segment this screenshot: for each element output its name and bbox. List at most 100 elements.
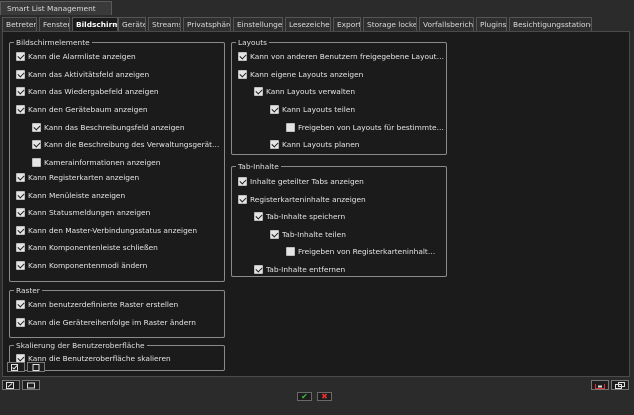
tab-fenster[interactable]: Fenster xyxy=(39,17,70,32)
checkbox-label: Tab-Inhalte speichern xyxy=(266,212,346,221)
checkbox-raster-erstellen[interactable]: Kann benutzerdefinierte Raster erstellen xyxy=(16,299,220,310)
checkbox-checked-icon[interactable] xyxy=(16,300,25,309)
checkbox-label: Kann das Aktivitätsfeld anzeigen xyxy=(28,70,150,79)
mode-toggle-left-button[interactable] xyxy=(2,380,20,390)
checkbox-layouts-teilen[interactable]: Kann Layouts teilen xyxy=(270,104,444,115)
checkbox-label: Kann von anderen Benutzern freigegebene … xyxy=(250,52,444,61)
checkbox-checked-icon[interactable] xyxy=(238,177,247,186)
checkbox-freigegebene-layouts[interactable]: Kann von anderen Benutzern freigegebene … xyxy=(238,51,444,62)
select-all-button[interactable] xyxy=(7,362,25,372)
group-tab-inhalte-legend: Tab-Inhalte xyxy=(236,161,281,172)
checkbox-label: Kann das Wiedergabefeld anzeigen xyxy=(28,87,159,96)
checkbox-checked-icon[interactable] xyxy=(270,230,279,239)
tab-geraete[interactable]: Geräte xyxy=(118,17,146,32)
checkbox-checked-icon[interactable] xyxy=(16,243,25,252)
checkbox-checked-icon[interactable] xyxy=(254,265,263,274)
checkbox-label: Freigeben von Layouts für bestimmte Benu… xyxy=(298,123,446,132)
select-none-button[interactable] xyxy=(27,362,45,372)
checkbox-label: Kann die Beschreibung des Verwaltungsger… xyxy=(44,140,222,149)
checkbox-checked-icon[interactable] xyxy=(238,195,247,204)
box-icon xyxy=(27,382,35,388)
checkbox-registerkarteninhalte-freigeben[interactable]: Freigeben von Registerkarteninhalten fü.… xyxy=(286,246,436,257)
checkbox-checked-icon[interactable] xyxy=(16,173,25,182)
dock-button[interactable] xyxy=(591,380,609,390)
checkbox-wiedergabefeld[interactable]: Kann das Wiedergabefeld anzeigen xyxy=(16,86,220,97)
checkbox-unchecked-icon[interactable] xyxy=(286,247,295,256)
checkbox-beschreibungsfeld[interactable]: Kann das Beschreibungsfeld anzeigen xyxy=(32,122,222,133)
tab-privatsphaere[interactable]: Privatsphäre xyxy=(183,17,231,32)
checkbox-layouts-verwalten[interactable]: Kann Layouts verwalten xyxy=(254,86,444,97)
cancel-button[interactable]: ✖ xyxy=(317,392,332,401)
tab-betreten[interactable]: Betreten xyxy=(2,17,37,32)
checkbox-layouts-bestimmte-benutzer[interactable]: Freigeben von Layouts für bestimmte Benu… xyxy=(286,122,446,133)
tab-vorfallsbericht[interactable]: Vorfallsbericht xyxy=(419,17,474,32)
checkbox-label: Kann benutzerdefinierte Raster erstellen xyxy=(28,300,179,309)
checkbox-layouts-planen[interactable]: Kann Layouts planen xyxy=(270,139,444,150)
tab-storage-locker[interactable]: Storage locker xyxy=(363,17,417,32)
checkbox-tab-inhalte-speichern[interactable]: Tab-Inhalte speichern xyxy=(254,211,444,222)
tab-lesezeichen[interactable]: Lesezeichen xyxy=(285,17,331,32)
checkbox-geraetereihenfolge[interactable]: Kann die Gerätereihenfolge im Raster änd… xyxy=(16,317,220,328)
undock-button[interactable] xyxy=(611,380,629,390)
group-raster: Raster Kann benutzerdefinierte Raster er… xyxy=(9,285,225,338)
checkbox-benutzeroberflaeche-skalieren[interactable]: Kann die Benutzeroberfläche skalieren xyxy=(16,353,220,364)
checkbox-label: Kann Layouts teilen xyxy=(282,105,356,114)
checkbox-komponentenmodi[interactable]: Kann Komponentenmodi ändern xyxy=(16,260,220,271)
checkbox-checked-icon[interactable] xyxy=(238,70,247,79)
checkbox-checked-icon[interactable] xyxy=(32,123,41,132)
checkbox-checked-icon[interactable] xyxy=(254,212,263,221)
checkbox-unchecked-icon[interactable] xyxy=(32,158,41,167)
checkbox-checked-icon[interactable] xyxy=(270,105,279,114)
checkbox-checked-icon[interactable] xyxy=(16,87,25,96)
checkbox-checked-icon[interactable] xyxy=(16,70,25,79)
checkbox-master-verbindungsstatus[interactable]: Kann den Master-Verbindungsstatus anzeig… xyxy=(16,225,220,236)
checkbox-label: Freigeben von Registerkarteninhalten fü.… xyxy=(298,247,436,256)
checkbox-checked-icon[interactable] xyxy=(32,140,41,149)
checkbox-menueleiste[interactable]: Kann Menüleiste anzeigen xyxy=(16,190,220,201)
tab-export[interactable]: Export xyxy=(333,17,361,32)
checkbox-label: Kann die Benutzeroberfläche skalieren xyxy=(28,354,171,363)
checkbox-alarmliste[interactable]: Kann die Alarmliste anzeigen xyxy=(16,51,220,62)
checkbox-geraetebaum[interactable]: Kann den Gerätebaum anzeigen xyxy=(16,104,220,115)
dock-window-icon xyxy=(595,383,605,389)
checkbox-checked-icon xyxy=(11,363,18,371)
checkbox-checked-icon[interactable] xyxy=(16,261,25,270)
group-layouts-legend: Layouts xyxy=(236,37,269,48)
checkbox-checked-icon[interactable] xyxy=(238,52,247,61)
checkbox-komponentenleiste[interactable]: Kann Komponentenleiste schließen xyxy=(16,242,220,253)
checkbox-checked-icon[interactable] xyxy=(270,140,279,149)
tab-content-panel: Bildschirmelemente Kann die Alarmliste a… xyxy=(2,31,630,377)
checkbox-checked-icon[interactable] xyxy=(16,52,25,61)
checkbox-checked-icon[interactable] xyxy=(16,208,25,217)
checkbox-verwaltungsgeraet-beschreibung[interactable]: Kann die Beschreibung des Verwaltungsger… xyxy=(32,139,222,150)
checkbox-tab-inhalte-teilen[interactable]: Tab-Inhalte teilen xyxy=(270,229,444,240)
checkbox-registerkarteninhalte[interactable]: Registerkarteninhalte anzeigen xyxy=(238,194,444,205)
checkbox-checked-icon[interactable] xyxy=(254,87,263,96)
checkbox-checked-icon[interactable] xyxy=(16,226,25,235)
confirm-button[interactable]: ✔ xyxy=(297,392,312,401)
window-title: Smart List Management xyxy=(0,1,112,15)
checkbox-geteilte-tabs[interactable]: Inhalte geteilter Tabs anzeigen xyxy=(238,176,444,187)
tab-einstellungen[interactable]: Einstellungen xyxy=(233,17,283,32)
checkbox-checked-icon[interactable] xyxy=(16,105,25,114)
checkbox-eigene-layouts[interactable]: Kann eigene Layouts anzeigen xyxy=(238,69,444,80)
checkbox-tab-inhalte-entfernen[interactable]: Tab-Inhalte entfernen xyxy=(254,264,444,275)
checkbox-checked-icon[interactable] xyxy=(16,318,25,327)
checkbox-label: Tab-Inhalte entfernen xyxy=(266,265,346,274)
checkbox-label: Kann eigene Layouts anzeigen xyxy=(250,70,364,79)
checkbox-label: Kann Menüleiste anzeigen xyxy=(28,191,126,200)
checkbox-statusmeldungen[interactable]: Kann Statusmeldungen anzeigen xyxy=(16,207,220,218)
mode-toggle-right-button[interactable] xyxy=(22,380,40,390)
checkbox-unchecked-icon[interactable] xyxy=(286,123,295,132)
checkbox-label: Kann die Gerätereihenfolge im Raster änd… xyxy=(28,318,196,327)
checkbox-checked-icon[interactable] xyxy=(16,191,25,200)
checkbox-registerkarten[interactable]: Kann Registerkarten anzeigen xyxy=(16,172,220,183)
checkbox-kamerainformationen[interactable]: Kamerainformationen anzeigen xyxy=(32,157,222,168)
checkbox-empty-icon xyxy=(32,363,40,371)
tab-besichtigungsstationen[interactable]: Besichtigungsstationen xyxy=(509,17,592,32)
tab-streams[interactable]: Streams xyxy=(148,17,181,32)
checkbox-label: Kann Komponentenmodi ändern xyxy=(28,261,148,270)
checkbox-aktivitaetsfeld[interactable]: Kann das Aktivitätsfeld anzeigen xyxy=(16,69,220,80)
tab-plugins[interactable]: Plugins xyxy=(476,17,507,32)
tab-bildschirm[interactable]: Bildschirm xyxy=(72,17,118,32)
